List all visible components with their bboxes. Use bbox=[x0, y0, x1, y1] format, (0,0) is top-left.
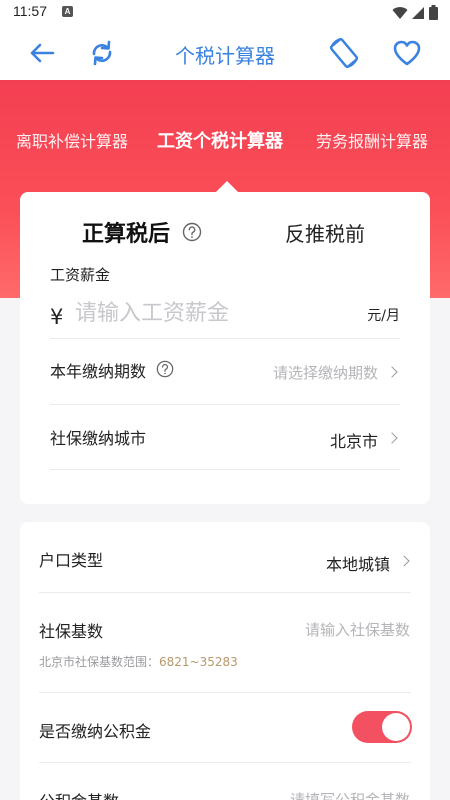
help-icon[interactable] bbox=[182, 222, 202, 242]
chevron-right-icon bbox=[398, 555, 410, 567]
screen: 11:57 A 个税计算器 离职补偿计算器 工资个税计算器 劳务报酬计算器 正算… bbox=[0, 0, 450, 800]
fund-base-input[interactable]: 请填写公积金基数 bbox=[290, 789, 410, 800]
periods-label: 本年缴纳期数 bbox=[50, 362, 147, 381]
base-input[interactable]: 请输入社保基数 bbox=[305, 619, 410, 640]
base-range-hint: 北京市社保基数范围：6821~35283 bbox=[39, 653, 238, 670]
help-icon[interactable] bbox=[156, 360, 174, 378]
city-value: 北京市 bbox=[329, 432, 378, 451]
tab-pointer bbox=[216, 181, 238, 192]
city-label: 社保缴纳城市 bbox=[50, 429, 147, 448]
tab-salary-tax[interactable]: 工资个税计算器 bbox=[157, 127, 283, 153]
periods-placeholder: 请选择缴纳期数 bbox=[272, 364, 378, 382]
fund-toggle[interactable] bbox=[352, 711, 412, 743]
status-time: 11:57 bbox=[13, 3, 47, 19]
heart-icon[interactable] bbox=[389, 35, 425, 71]
battery-icon bbox=[429, 5, 438, 20]
base-hint-range: 6821~35283 bbox=[159, 655, 238, 669]
wifi-icon bbox=[392, 6, 408, 19]
status-icons bbox=[392, 5, 438, 20]
details-card: 户口类型 本地城镇 社保基数 请输入社保基数 北京市社保基数范围：6821~35… bbox=[20, 522, 430, 800]
status-bar: 11:57 A bbox=[0, 0, 450, 26]
mode-backward-button[interactable]: 反推税前 bbox=[285, 218, 365, 247]
fund-label: 是否缴纳公积金 bbox=[39, 722, 152, 741]
tab-severance[interactable]: 离职补偿计算器 bbox=[16, 128, 128, 152]
chevron-right-icon bbox=[386, 366, 398, 378]
divider bbox=[50, 404, 400, 405]
calc-card: 正算税后 反推税前 工资薪金 ¥ 元/月 本年缴纳期数 请选择缴纳期数 社 bbox=[20, 192, 430, 504]
divider bbox=[39, 592, 411, 593]
notification-icon: A bbox=[62, 6, 73, 17]
currency-symbol: ¥ bbox=[50, 305, 64, 329]
fund-base-label: 公积金基数 bbox=[39, 788, 119, 800]
salary-unit: 元/月 bbox=[367, 308, 400, 324]
divider bbox=[39, 762, 411, 763]
base-label: 社保基数 bbox=[39, 622, 104, 641]
hukou-label: 户口类型 bbox=[39, 551, 104, 570]
salary-label: 工资薪金 bbox=[50, 266, 111, 284]
signal-icon bbox=[412, 6, 424, 19]
mode-forward-button[interactable]: 正算税后 bbox=[82, 216, 170, 248]
divider bbox=[50, 469, 400, 470]
chevron-right-icon bbox=[386, 432, 398, 444]
divider bbox=[39, 692, 411, 693]
toggle-knob bbox=[382, 713, 410, 741]
mode-switch: 正算税后 反推税前 bbox=[20, 216, 430, 252]
toolbar: 个税计算器 bbox=[0, 26, 450, 80]
divider bbox=[50, 338, 400, 339]
page-title: 个税计算器 bbox=[175, 44, 275, 68]
hukou-value: 本地城镇 bbox=[325, 555, 390, 574]
salary-input[interactable] bbox=[75, 296, 345, 330]
tab-labor-fee[interactable]: 劳务报酬计算器 bbox=[316, 128, 428, 152]
base-hint-prefix: 北京市社保基数范围： bbox=[39, 655, 160, 669]
calculator-tabs: 离职补偿计算器 工资个税计算器 劳务报酬计算器 bbox=[0, 128, 450, 158]
rotate-screen-icon[interactable] bbox=[326, 35, 362, 71]
